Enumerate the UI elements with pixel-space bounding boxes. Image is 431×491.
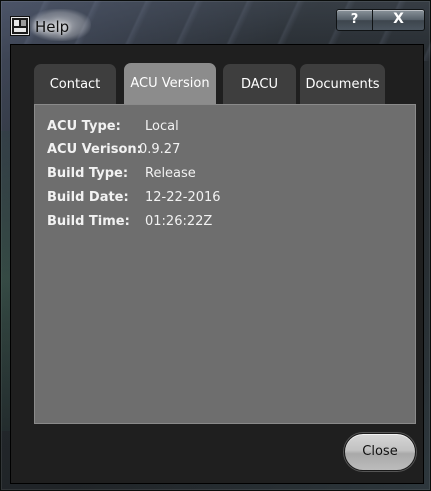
info-value: Local [145,119,179,134]
window-edge [1,131,10,431]
close-button[interactable]: Close [344,433,416,471]
tab-dacu[interactable]: DACU [223,64,296,105]
info-label: ACU Type: [47,119,121,134]
version-panel: ACU Type: Local ACU Verison: 0.9.27 Buil… [34,104,416,424]
tab-documents[interactable]: Documents [300,64,385,105]
info-value: 01:26:22Z [145,214,213,229]
info-label: Build Date: [47,190,129,205]
help-dialog: Help ? X Contact ACU Version DACU Docume… [0,0,431,491]
acu-app-icon [10,16,30,36]
info-value: 0.9.27 [139,142,181,157]
info-label: Build Type: [47,166,129,181]
window-title: Help [35,18,70,36]
info-label: Build Time: [47,214,130,229]
tab-contact[interactable]: Contact [34,64,116,105]
tab-strip: Contact ACU Version DACU Documents [34,63,394,105]
titlebar[interactable]: Help ? X [1,1,431,45]
info-label: ACU Verison: [47,142,142,157]
tab-acu-version[interactable]: ACU Version [124,63,216,105]
help-button[interactable]: ? [336,9,373,31]
window-close-button[interactable]: X [373,9,425,31]
info-value: 12-22-2016 [145,190,221,205]
info-value: Release [145,166,196,181]
